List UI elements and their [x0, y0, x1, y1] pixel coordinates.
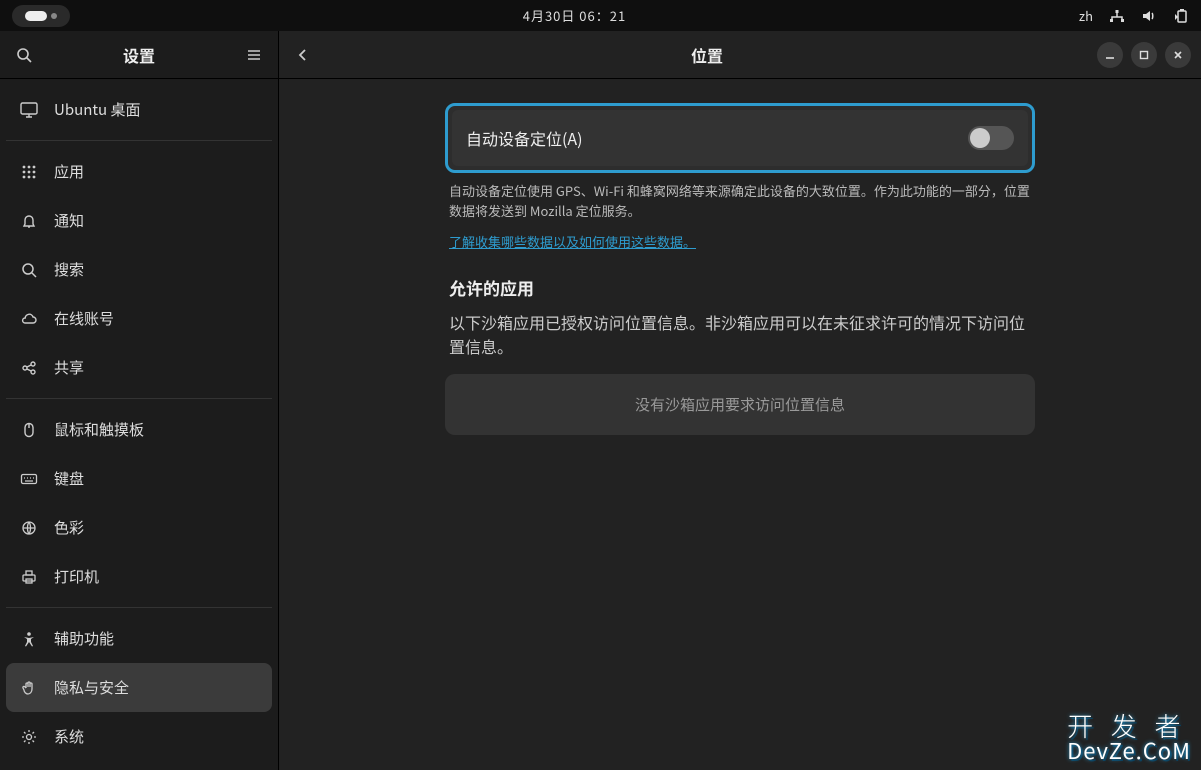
share-icon: [20, 359, 38, 377]
sidebar-list: Ubuntu 桌面应用通知搜索在线账号共享鼠标和触摸板键盘色彩打印机辅助功能隐私…: [0, 79, 278, 770]
hand-icon: [20, 679, 38, 697]
window-controls: [1097, 42, 1191, 68]
maximize-button[interactable]: [1131, 42, 1157, 68]
sidebar-item-5[interactable]: 在线账号: [6, 294, 272, 343]
sidebar-item-label: 隐私与安全: [54, 677, 129, 698]
content-body: 自动设备定位(A) 自动设备定位使用 GPS、Wi-Fi 和蜂窝网络等来源确定此…: [279, 79, 1201, 435]
sidebar-item-label: 共享: [54, 357, 84, 378]
monitor-icon: [20, 101, 38, 119]
sidebar-item-15[interactable]: 系统: [6, 712, 272, 761]
watermark: 开 发 者 DevZe.CoM: [1067, 712, 1191, 762]
content-pane: 位置 自动设备定位(A) 自动设备定位使用 GPS、Wi-Fi 和蜂窝网络等来: [279, 31, 1201, 770]
sidebar-item-3[interactable]: 通知: [6, 196, 272, 245]
allowed-apps-subtitle: 以下沙箱应用已授权访问位置信息。非沙箱应用可以在未征求许可的情况下访问位置信息。: [445, 310, 1035, 374]
sidebar-item-6[interactable]: 共享: [6, 343, 272, 392]
sidebar-item-13[interactable]: 辅助功能: [6, 614, 272, 663]
location-toggle[interactable]: [968, 126, 1014, 150]
sidebar-item-label: 色彩: [54, 517, 84, 538]
sidebar-item-11[interactable]: 打印机: [6, 552, 272, 601]
sidebar-title: 设置: [36, 43, 242, 67]
sidebar-item-label: 打印机: [54, 566, 99, 587]
sidebar-item-label: 应用: [54, 161, 84, 182]
network-icon[interactable]: [1109, 8, 1125, 24]
sidebar-item-label: 搜索: [54, 259, 84, 280]
watermark-line2: DevZe.CoM: [1067, 739, 1191, 762]
content-header: 位置: [279, 31, 1201, 79]
back-button[interactable]: [289, 41, 317, 69]
location-toggle-card: 自动设备定位(A): [445, 103, 1035, 173]
sidebar: 设置 Ubuntu 桌面应用通知搜索在线账号共享鼠标和触摸板键盘色彩打印机辅助功…: [0, 31, 279, 770]
sidebar-separator: [6, 607, 272, 608]
sidebar-header: 设置: [0, 31, 278, 79]
toggle-label: 自动设备定位(A): [466, 126, 583, 150]
bell-icon: [20, 212, 38, 230]
accessibility-icon: [20, 630, 38, 648]
sidebar-item-label: 键盘: [54, 468, 84, 489]
sidebar-item-9[interactable]: 键盘: [6, 454, 272, 503]
mouse-icon: [20, 421, 38, 439]
minimize-button[interactable]: [1097, 42, 1123, 68]
sidebar-item-0[interactable]: Ubuntu 桌面: [6, 85, 272, 134]
learn-more-link[interactable]: 了解收集哪些数据以及如何使用这些数据。: [445, 232, 700, 271]
empty-apps-text: 没有沙箱应用要求访问位置信息: [635, 394, 845, 415]
printer-icon: [20, 568, 38, 586]
clock[interactable]: 4月30日 06：21: [523, 6, 626, 25]
activities-dot-icon: [51, 13, 57, 19]
gnome-top-panel: 4月30日 06：21 zh: [0, 0, 1201, 31]
settings-window: 设置 Ubuntu 桌面应用通知搜索在线账号共享鼠标和触摸板键盘色彩打印机辅助功…: [0, 31, 1201, 770]
sidebar-item-10[interactable]: 色彩: [6, 503, 272, 552]
toggle-knob-icon: [970, 128, 990, 148]
sidebar-item-14[interactable]: 隐私与安全: [6, 663, 272, 712]
sidebar-item-label: 系统: [54, 726, 84, 747]
sidebar-item-4[interactable]: 搜索: [6, 245, 272, 294]
page-title: 位置: [317, 43, 1097, 67]
allowed-apps-heading: 允许的应用: [445, 271, 1035, 310]
sidebar-separator: [6, 398, 272, 399]
keyboard-icon: [20, 470, 38, 488]
volume-icon[interactable]: [1141, 8, 1157, 24]
grid-icon: [20, 163, 38, 181]
sidebar-search-button[interactable]: [12, 43, 36, 67]
sidebar-item-2[interactable]: 应用: [6, 147, 272, 196]
sidebar-item-label: Ubuntu 桌面: [54, 99, 140, 120]
close-button[interactable]: [1165, 42, 1191, 68]
sidebar-item-label: 辅助功能: [54, 628, 114, 649]
sidebar-item-label: 在线账号: [54, 308, 114, 329]
system-tray: zh: [1079, 6, 1189, 25]
sidebar-separator: [6, 140, 272, 141]
power-icon[interactable]: [1173, 8, 1189, 24]
gear-icon: [20, 728, 38, 746]
sidebar-item-8[interactable]: 鼠标和触摸板: [6, 405, 272, 454]
sidebar-item-label: 通知: [54, 210, 84, 231]
sidebar-menu-button[interactable]: [242, 43, 266, 67]
activities-pill[interactable]: [12, 5, 70, 27]
location-description: 自动设备定位使用 GPS、Wi-Fi 和蜂窝网络等来源确定此设备的大致位置。作为…: [445, 181, 1035, 228]
globe-icon: [20, 519, 38, 537]
sidebar-item-label: 鼠标和触摸板: [54, 419, 144, 440]
search-icon: [20, 261, 38, 279]
empty-apps-box: 没有沙箱应用要求访问位置信息: [445, 374, 1035, 435]
input-method-indicator[interactable]: zh: [1079, 6, 1093, 25]
activities-capsule-icon: [25, 11, 47, 21]
cloud-icon: [20, 310, 38, 328]
